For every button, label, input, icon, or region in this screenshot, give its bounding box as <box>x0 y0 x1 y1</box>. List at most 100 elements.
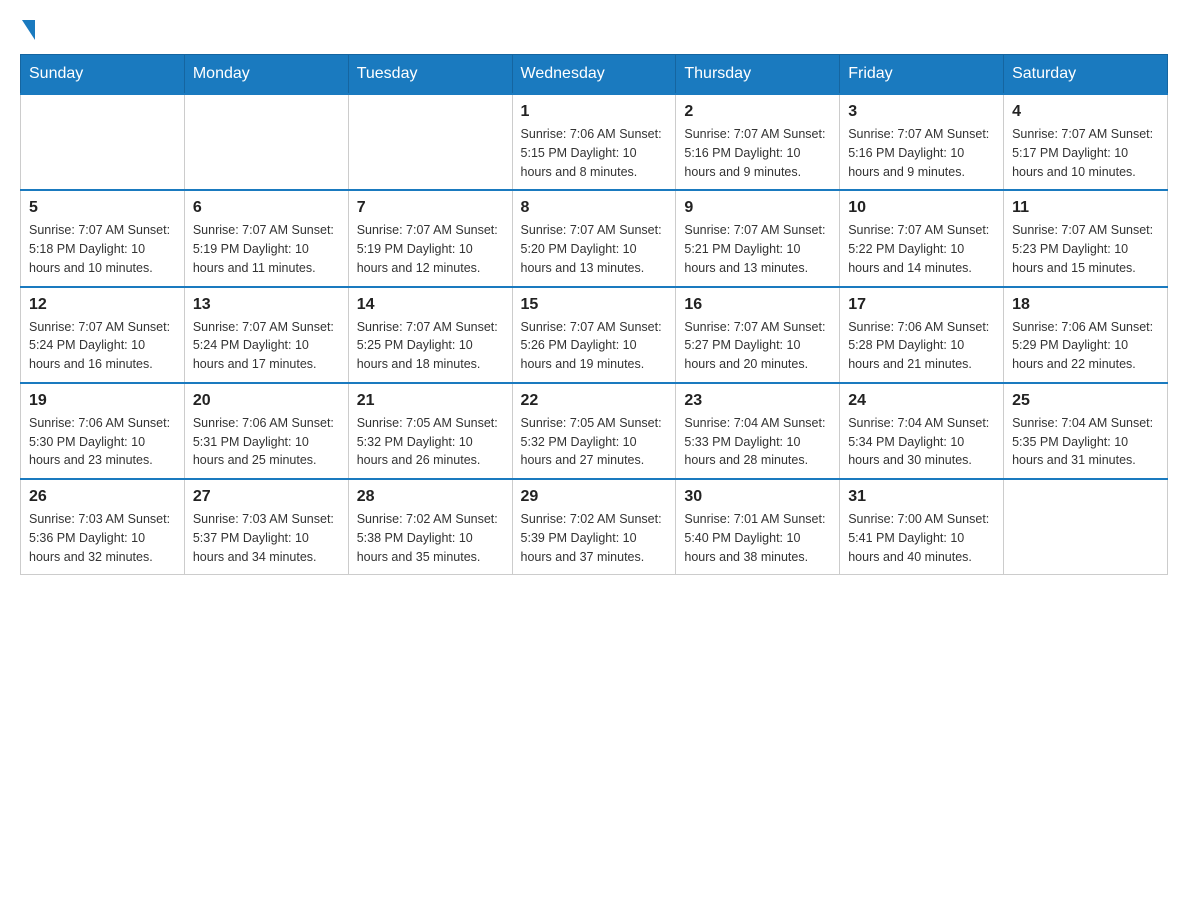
day-info: Sunrise: 7:01 AM Sunset: 5:40 PM Dayligh… <box>684 510 831 566</box>
day-number: 13 <box>193 296 340 314</box>
day-number: 24 <box>848 392 995 410</box>
calendar-header: SundayMondayTuesdayWednesdayThursdayFrid… <box>21 55 1168 95</box>
column-header-tuesday: Tuesday <box>348 55 512 95</box>
calendar-cell: 16 Sunrise: 7:07 AM Sunset: 5:27 PM Dayli… <box>676 287 840 383</box>
calendar-cell: 4 Sunrise: 7:07 AM Sunset: 5:17 PM Daylig… <box>1004 94 1168 190</box>
day-info: Sunrise: 7:03 AM Sunset: 5:37 PM Dayligh… <box>193 510 340 566</box>
day-info: Sunrise: 7:07 AM Sunset: 5:20 PM Dayligh… <box>521 221 668 277</box>
day-info: Sunrise: 7:06 AM Sunset: 5:31 PM Dayligh… <box>193 414 340 470</box>
column-header-friday: Friday <box>840 55 1004 95</box>
day-number: 11 <box>1012 199 1159 217</box>
week-row-4: 19Sunrise: 7:06 AM Sunset: 5:30 PM Dayli… <box>21 383 1168 479</box>
day-number: 25 <box>1012 392 1159 410</box>
day-number: 20 <box>193 392 340 410</box>
calendar-cell: 20 Sunrise: 7:06 AM Sunset: 5:31 PM Dayli… <box>184 383 348 479</box>
calendar-cell: 15 Sunrise: 7:07 AM Sunset: 5:26 PM Dayli… <box>512 287 676 383</box>
day-number: 10 <box>848 199 995 217</box>
day-number: 18 <box>1012 296 1159 314</box>
day-info: Sunrise: 7:04 AM Sunset: 5:33 PM Dayligh… <box>684 414 831 470</box>
day-number: 9 <box>684 199 831 217</box>
day-info: Sunrise: 7:03 AM Sunset: 5:36 PM Dayligh… <box>29 510 176 566</box>
day-number: 19 <box>29 392 176 410</box>
day-info: Sunrise: 7:05 AM Sunset: 5:32 PM Dayligh… <box>521 414 668 470</box>
day-number: 30 <box>684 488 831 506</box>
calendar-cell: 3 Sunrise: 7:07 AM Sunset: 5:16 PM Daylig… <box>840 94 1004 190</box>
day-number: 14 <box>357 296 504 314</box>
day-number: 28 <box>357 488 504 506</box>
column-header-thursday: Thursday <box>676 55 840 95</box>
calendar-cell: 22Sunrise: 7:05 AM Sunset: 5:32 PM Dayli… <box>512 383 676 479</box>
day-number: 4 <box>1012 103 1159 121</box>
calendar-cell <box>184 94 348 190</box>
calendar-cell: 9 Sunrise: 7:07 AM Sunset: 5:21 PM Daylig… <box>676 190 840 286</box>
day-info: Sunrise: 7:07 AM Sunset: 5:27 PM Dayligh… <box>684 318 831 374</box>
day-info: Sunrise: 7:07 AM Sunset: 5:24 PM Dayligh… <box>29 318 176 374</box>
day-number: 27 <box>193 488 340 506</box>
header-row: SundayMondayTuesdayWednesdayThursdayFrid… <box>21 55 1168 95</box>
week-row-5: 26 Sunrise: 7:03 AM Sunset: 5:36 PM Dayli… <box>21 479 1168 575</box>
calendar-body: 1 Sunrise: 7:06 AM Sunset: 5:15 PM Daylig… <box>21 94 1168 575</box>
day-number: 7 <box>357 199 504 217</box>
calendar-cell: 28 Sunrise: 7:02 AM Sunset: 5:38 PM Dayli… <box>348 479 512 575</box>
calendar-cell: 14 Sunrise: 7:07 AM Sunset: 5:25 PM Dayli… <box>348 287 512 383</box>
day-info: Sunrise: 7:07 AM Sunset: 5:17 PM Dayligh… <box>1012 125 1159 181</box>
day-info: Sunrise: 7:07 AM Sunset: 5:21 PM Dayligh… <box>684 221 831 277</box>
calendar-cell: 27 Sunrise: 7:03 AM Sunset: 5:37 PM Dayli… <box>184 479 348 575</box>
column-header-monday: Monday <box>184 55 348 95</box>
calendar-cell: 21Sunrise: 7:05 AM Sunset: 5:32 PM Dayli… <box>348 383 512 479</box>
calendar-cell: 31Sunrise: 7:00 AM Sunset: 5:41 PM Dayli… <box>840 479 1004 575</box>
calendar-cell: 12 Sunrise: 7:07 AM Sunset: 5:24 PM Dayli… <box>21 287 185 383</box>
day-number: 15 <box>521 296 668 314</box>
day-info: Sunrise: 7:06 AM Sunset: 5:28 PM Dayligh… <box>848 318 995 374</box>
calendar-cell: 29Sunrise: 7:02 AM Sunset: 5:39 PM Dayli… <box>512 479 676 575</box>
calendar-cell: 17 Sunrise: 7:06 AM Sunset: 5:28 PM Dayli… <box>840 287 1004 383</box>
day-info: Sunrise: 7:06 AM Sunset: 5:29 PM Dayligh… <box>1012 318 1159 374</box>
day-number: 17 <box>848 296 995 314</box>
day-number: 8 <box>521 199 668 217</box>
calendar-cell: 26 Sunrise: 7:03 AM Sunset: 5:36 PM Dayli… <box>21 479 185 575</box>
day-info: Sunrise: 7:07 AM Sunset: 5:26 PM Dayligh… <box>521 318 668 374</box>
day-number: 2 <box>684 103 831 121</box>
week-row-3: 12 Sunrise: 7:07 AM Sunset: 5:24 PM Dayli… <box>21 287 1168 383</box>
week-row-1: 1 Sunrise: 7:06 AM Sunset: 5:15 PM Daylig… <box>21 94 1168 190</box>
day-number: 12 <box>29 296 176 314</box>
column-header-wednesday: Wednesday <box>512 55 676 95</box>
day-number: 5 <box>29 199 176 217</box>
day-info: Sunrise: 7:07 AM Sunset: 5:18 PM Dayligh… <box>29 221 176 277</box>
day-info: Sunrise: 7:07 AM Sunset: 5:23 PM Dayligh… <box>1012 221 1159 277</box>
day-info: Sunrise: 7:04 AM Sunset: 5:34 PM Dayligh… <box>848 414 995 470</box>
calendar-cell: 1 Sunrise: 7:06 AM Sunset: 5:15 PM Daylig… <box>512 94 676 190</box>
day-info: Sunrise: 7:07 AM Sunset: 5:25 PM Dayligh… <box>357 318 504 374</box>
calendar-table: SundayMondayTuesdayWednesdayThursdayFrid… <box>20 54 1168 575</box>
calendar-cell: 23 Sunrise: 7:04 AM Sunset: 5:33 PM Dayli… <box>676 383 840 479</box>
logo <box>20 20 36 38</box>
day-info: Sunrise: 7:07 AM Sunset: 5:19 PM Dayligh… <box>193 221 340 277</box>
column-header-sunday: Sunday <box>21 55 185 95</box>
calendar-cell: 10Sunrise: 7:07 AM Sunset: 5:22 PM Dayli… <box>840 190 1004 286</box>
day-info: Sunrise: 7:05 AM Sunset: 5:32 PM Dayligh… <box>357 414 504 470</box>
calendar-cell <box>348 94 512 190</box>
day-number: 6 <box>193 199 340 217</box>
calendar-cell: 13Sunrise: 7:07 AM Sunset: 5:24 PM Dayli… <box>184 287 348 383</box>
calendar-cell: 24 Sunrise: 7:04 AM Sunset: 5:34 PM Dayli… <box>840 383 1004 479</box>
day-number: 3 <box>848 103 995 121</box>
calendar-cell: 30 Sunrise: 7:01 AM Sunset: 5:40 PM Dayli… <box>676 479 840 575</box>
calendar-cell: 19Sunrise: 7:06 AM Sunset: 5:30 PM Dayli… <box>21 383 185 479</box>
day-info: Sunrise: 7:07 AM Sunset: 5:16 PM Dayligh… <box>848 125 995 181</box>
calendar-cell: 6 Sunrise: 7:07 AM Sunset: 5:19 PM Daylig… <box>184 190 348 286</box>
calendar-cell <box>21 94 185 190</box>
day-number: 31 <box>848 488 995 506</box>
day-info: Sunrise: 7:06 AM Sunset: 5:15 PM Dayligh… <box>521 125 668 181</box>
day-number: 1 <box>521 103 668 121</box>
day-info: Sunrise: 7:07 AM Sunset: 5:16 PM Dayligh… <box>684 125 831 181</box>
day-info: Sunrise: 7:02 AM Sunset: 5:38 PM Dayligh… <box>357 510 504 566</box>
day-number: 16 <box>684 296 831 314</box>
calendar-cell: 8 Sunrise: 7:07 AM Sunset: 5:20 PM Daylig… <box>512 190 676 286</box>
logo-triangle-icon <box>22 20 35 40</box>
day-number: 29 <box>521 488 668 506</box>
calendar-cell: 18 Sunrise: 7:06 AM Sunset: 5:29 PM Dayli… <box>1004 287 1168 383</box>
calendar-cell: 7Sunrise: 7:07 AM Sunset: 5:19 PM Daylig… <box>348 190 512 286</box>
day-number: 23 <box>684 392 831 410</box>
calendar-cell: 11 Sunrise: 7:07 AM Sunset: 5:23 PM Dayli… <box>1004 190 1168 286</box>
day-number: 26 <box>29 488 176 506</box>
